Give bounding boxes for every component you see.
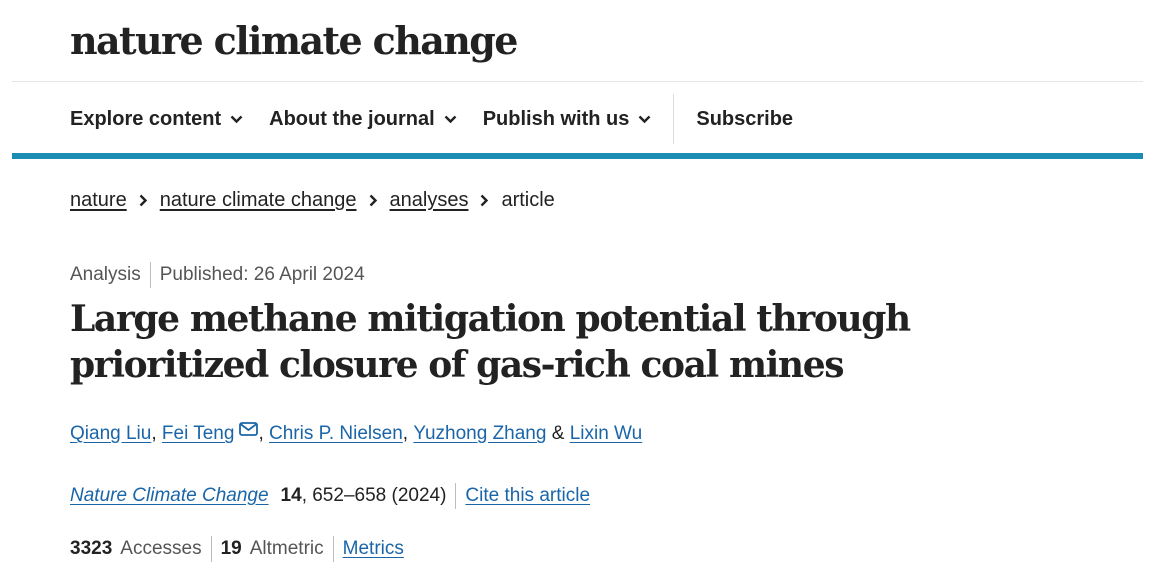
chevron-right-icon xyxy=(480,194,489,207)
email-icon[interactable] xyxy=(239,422,259,436)
main-nav: Explore content About the journal Publis… xyxy=(70,94,819,144)
nav-divider xyxy=(673,94,675,144)
breadcrumb: nature nature climate change analyses ar… xyxy=(70,189,555,212)
breadcrumb-current: article xyxy=(501,189,555,211)
article-metrics: 3323 Accesses 19 Altmetric Metrics xyxy=(70,536,404,562)
chevron-down-icon xyxy=(230,115,243,124)
nav-publish-with-us[interactable]: Publish with us xyxy=(483,108,652,131)
accesses-label: Accesses xyxy=(120,538,202,559)
nav-subscribe[interactable]: Subscribe xyxy=(696,108,793,131)
journal-logo[interactable]: nature climate change xyxy=(70,18,518,63)
journal-link[interactable]: Nature Climate Change xyxy=(70,485,269,507)
nav-about-journal-label: About the journal xyxy=(269,107,435,130)
published-date: Published: 26 April 2024 xyxy=(159,264,365,285)
accesses-count: 3323 xyxy=(70,538,113,559)
nav-publish-with-us-label: Publish with us xyxy=(482,107,630,130)
altmetric-label: Altmetric xyxy=(249,538,324,559)
cite-this-article-link[interactable]: Cite this article xyxy=(465,485,590,507)
author-list: Qiang Liu , Fei Teng , Chris P. Nielsen … xyxy=(70,422,643,445)
metrics-divider xyxy=(210,536,212,562)
article-title: Large methane mitigation potential throu… xyxy=(70,298,911,386)
nav-accent-bar xyxy=(12,153,1143,159)
author-separator: , xyxy=(258,423,269,444)
chevron-right-icon xyxy=(139,194,148,207)
chevron-right-icon xyxy=(369,194,378,207)
citation-divider xyxy=(455,483,457,509)
altmetric-count: 19 xyxy=(220,538,242,559)
metrics-divider xyxy=(332,536,334,562)
article-meta: Analysis Published: 26 April 2024 xyxy=(70,262,365,288)
citation-line: Nature Climate Change 14 , 652–658 (2024… xyxy=(70,483,590,509)
chevron-down-icon xyxy=(444,115,457,124)
breadcrumb-link-nature-climate-change[interactable]: nature climate change xyxy=(160,189,357,212)
nav-explore-content[interactable]: Explore content xyxy=(70,108,243,131)
nav-subscribe-label: Subscribe xyxy=(696,107,794,130)
header-divider xyxy=(12,81,1143,82)
author-separator: , xyxy=(402,423,414,444)
author-link[interactable]: Chris P. Nielsen xyxy=(269,423,403,445)
chevron-down-icon xyxy=(638,115,651,124)
breadcrumb-link-analyses[interactable]: analyses xyxy=(390,189,469,212)
article-type: Analysis xyxy=(70,264,141,285)
nav-explore-content-label: Explore content xyxy=(70,107,222,130)
author-link[interactable]: Qiang Liu xyxy=(70,423,151,445)
meta-divider xyxy=(149,262,151,288)
author-link[interactable]: Yuzhong Zhang xyxy=(413,423,546,445)
author-separator: , xyxy=(151,423,162,444)
author-link[interactable]: Fei Teng xyxy=(162,423,235,445)
author-link[interactable]: Lixin Wu xyxy=(570,423,643,445)
volume-number: 14 xyxy=(280,485,302,506)
nav-about-journal[interactable]: About the journal xyxy=(269,108,457,131)
breadcrumb-link-nature[interactable]: nature xyxy=(70,189,127,212)
metrics-link[interactable]: Metrics xyxy=(343,538,404,560)
pages-year: , 652–658 (2024) xyxy=(301,485,447,506)
author-separator-last: & xyxy=(546,423,570,444)
